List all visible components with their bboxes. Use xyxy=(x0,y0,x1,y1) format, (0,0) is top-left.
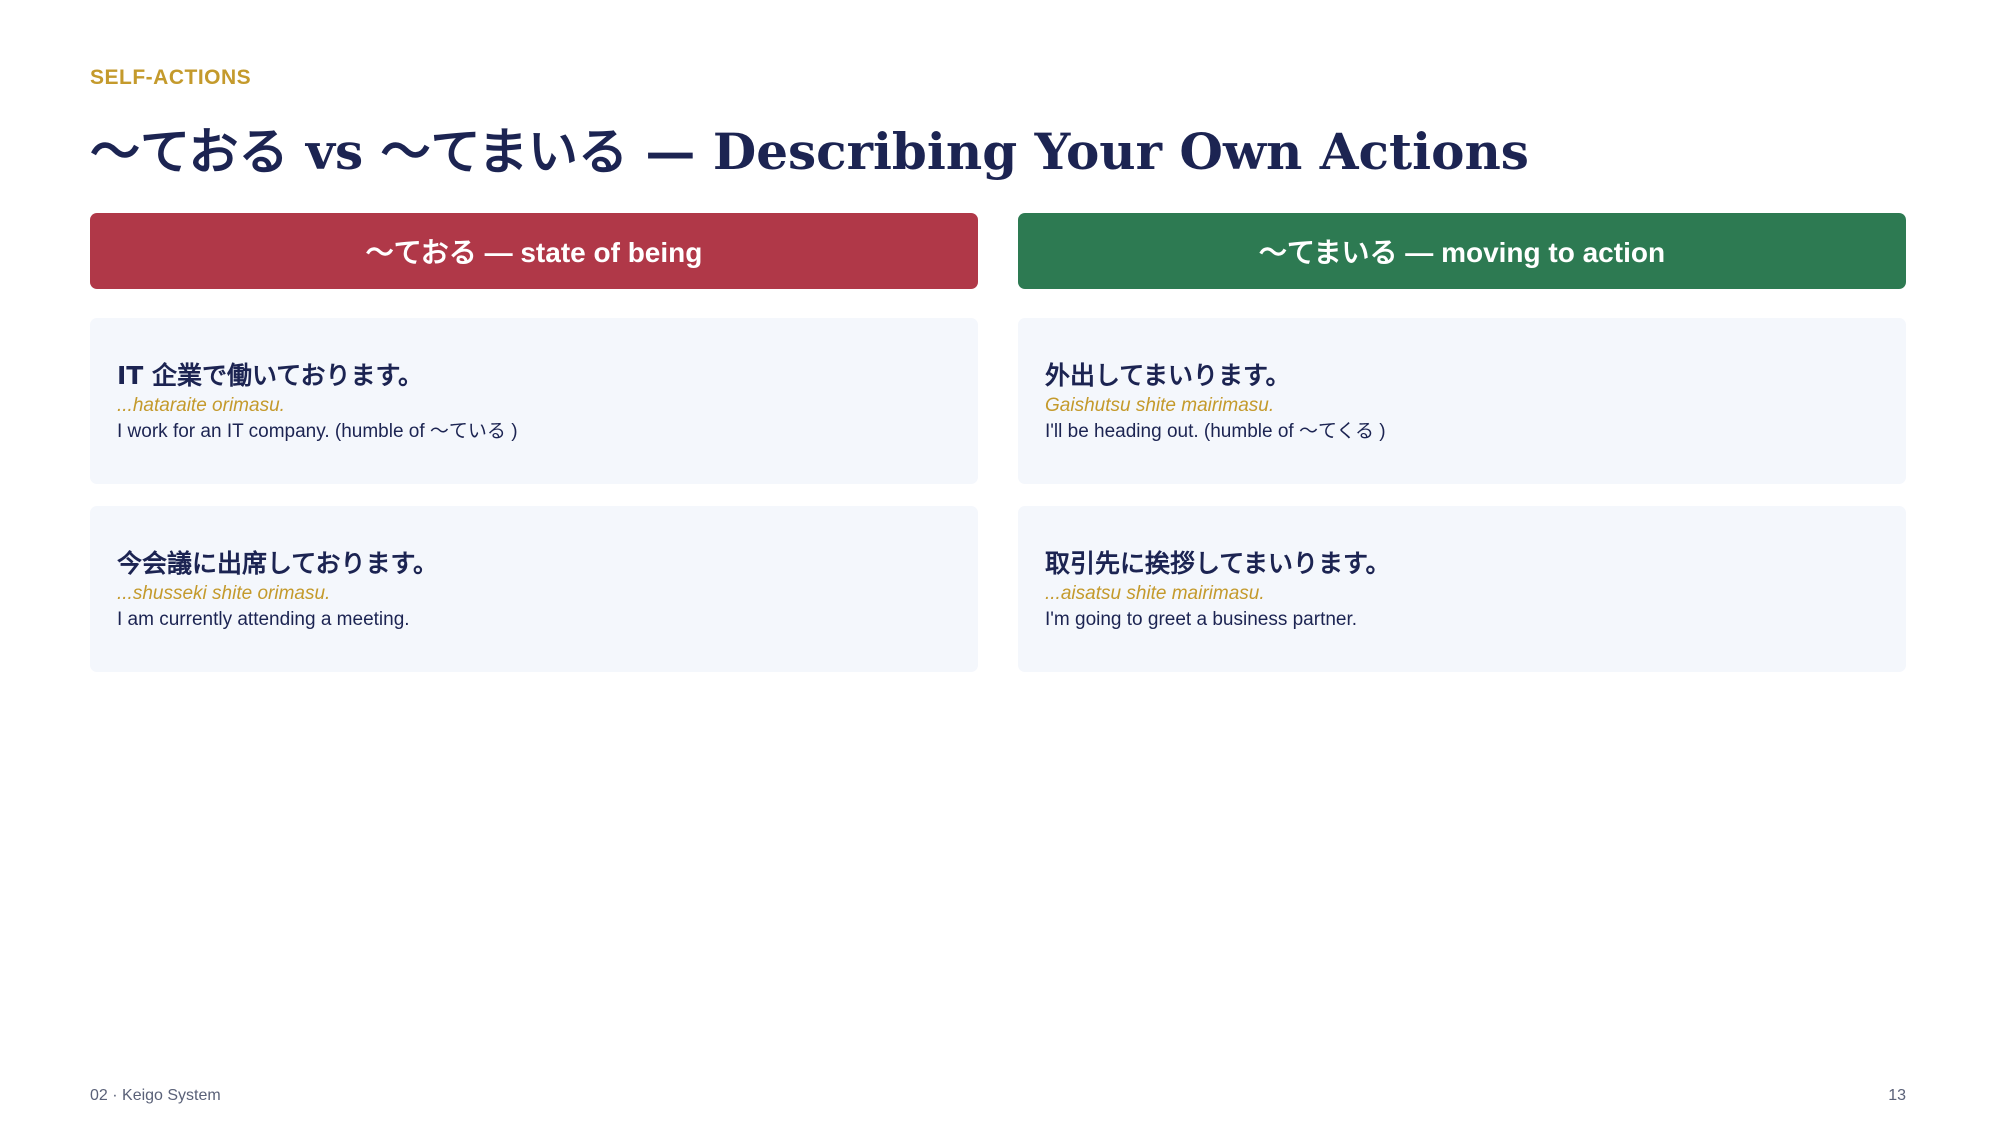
footer-section-label: 02 · Keigo System xyxy=(90,1087,221,1104)
page-title: 〜ておる vs 〜てまいる — Describing Your Own Acti… xyxy=(90,122,1529,181)
slide: SELF-ACTIONS 〜ておる vs 〜てまいる — Describing … xyxy=(0,0,1996,1125)
example-english: I work for an IT company. (humble of 〜てい… xyxy=(117,421,518,442)
example-romaji: ...hataraite orimasu. xyxy=(117,395,285,416)
example-japanese: IT 企業で働いております。 xyxy=(117,361,424,390)
column-header-teoru: 〜ておる — state of being xyxy=(90,213,978,289)
example-card: 今会議に出席しております。 ...shusseki shite orimasu.… xyxy=(90,506,978,672)
example-japanese: 今会議に出席しております。 xyxy=(117,549,439,578)
comparison-columns: 〜ておる — state of being IT 企業で働いております。 ...… xyxy=(90,213,1906,694)
column-header-temairu: 〜てまいる — moving to action xyxy=(1018,213,1906,289)
column-temairu: 〜てまいる — moving to action 外出してまいります。 Gais… xyxy=(1018,213,1906,694)
page-number: 13 xyxy=(1888,1087,1906,1104)
example-english: I'll be heading out. (humble of 〜てくる ) xyxy=(1045,421,1386,442)
example-japanese: 外出してまいります。 xyxy=(1045,361,1291,390)
example-english: I'm going to greet a business partner. xyxy=(1045,609,1358,630)
eyebrow-label: SELF-ACTIONS xyxy=(90,66,252,89)
example-card: IT 企業で働いております。 ...hataraite orimasu. I w… xyxy=(90,318,978,484)
example-english: I am currently attending a meeting. xyxy=(117,609,410,630)
example-romaji: Gaishutsu shite mairimasu. xyxy=(1045,395,1275,416)
column-teoru: 〜ておる — state of being IT 企業で働いております。 ...… xyxy=(90,213,978,694)
example-japanese: 取引先に挨拶してまいります。 xyxy=(1045,549,1391,578)
example-card: 外出してまいります。 Gaishutsu shite mairimasu. I'… xyxy=(1018,318,1906,484)
example-romaji: ...shusseki shite orimasu. xyxy=(117,583,331,604)
example-romaji: ...aisatsu shite mairimasu. xyxy=(1045,583,1265,604)
example-card: 取引先に挨拶してまいります。 ...aisatsu shite mairimas… xyxy=(1018,506,1906,672)
